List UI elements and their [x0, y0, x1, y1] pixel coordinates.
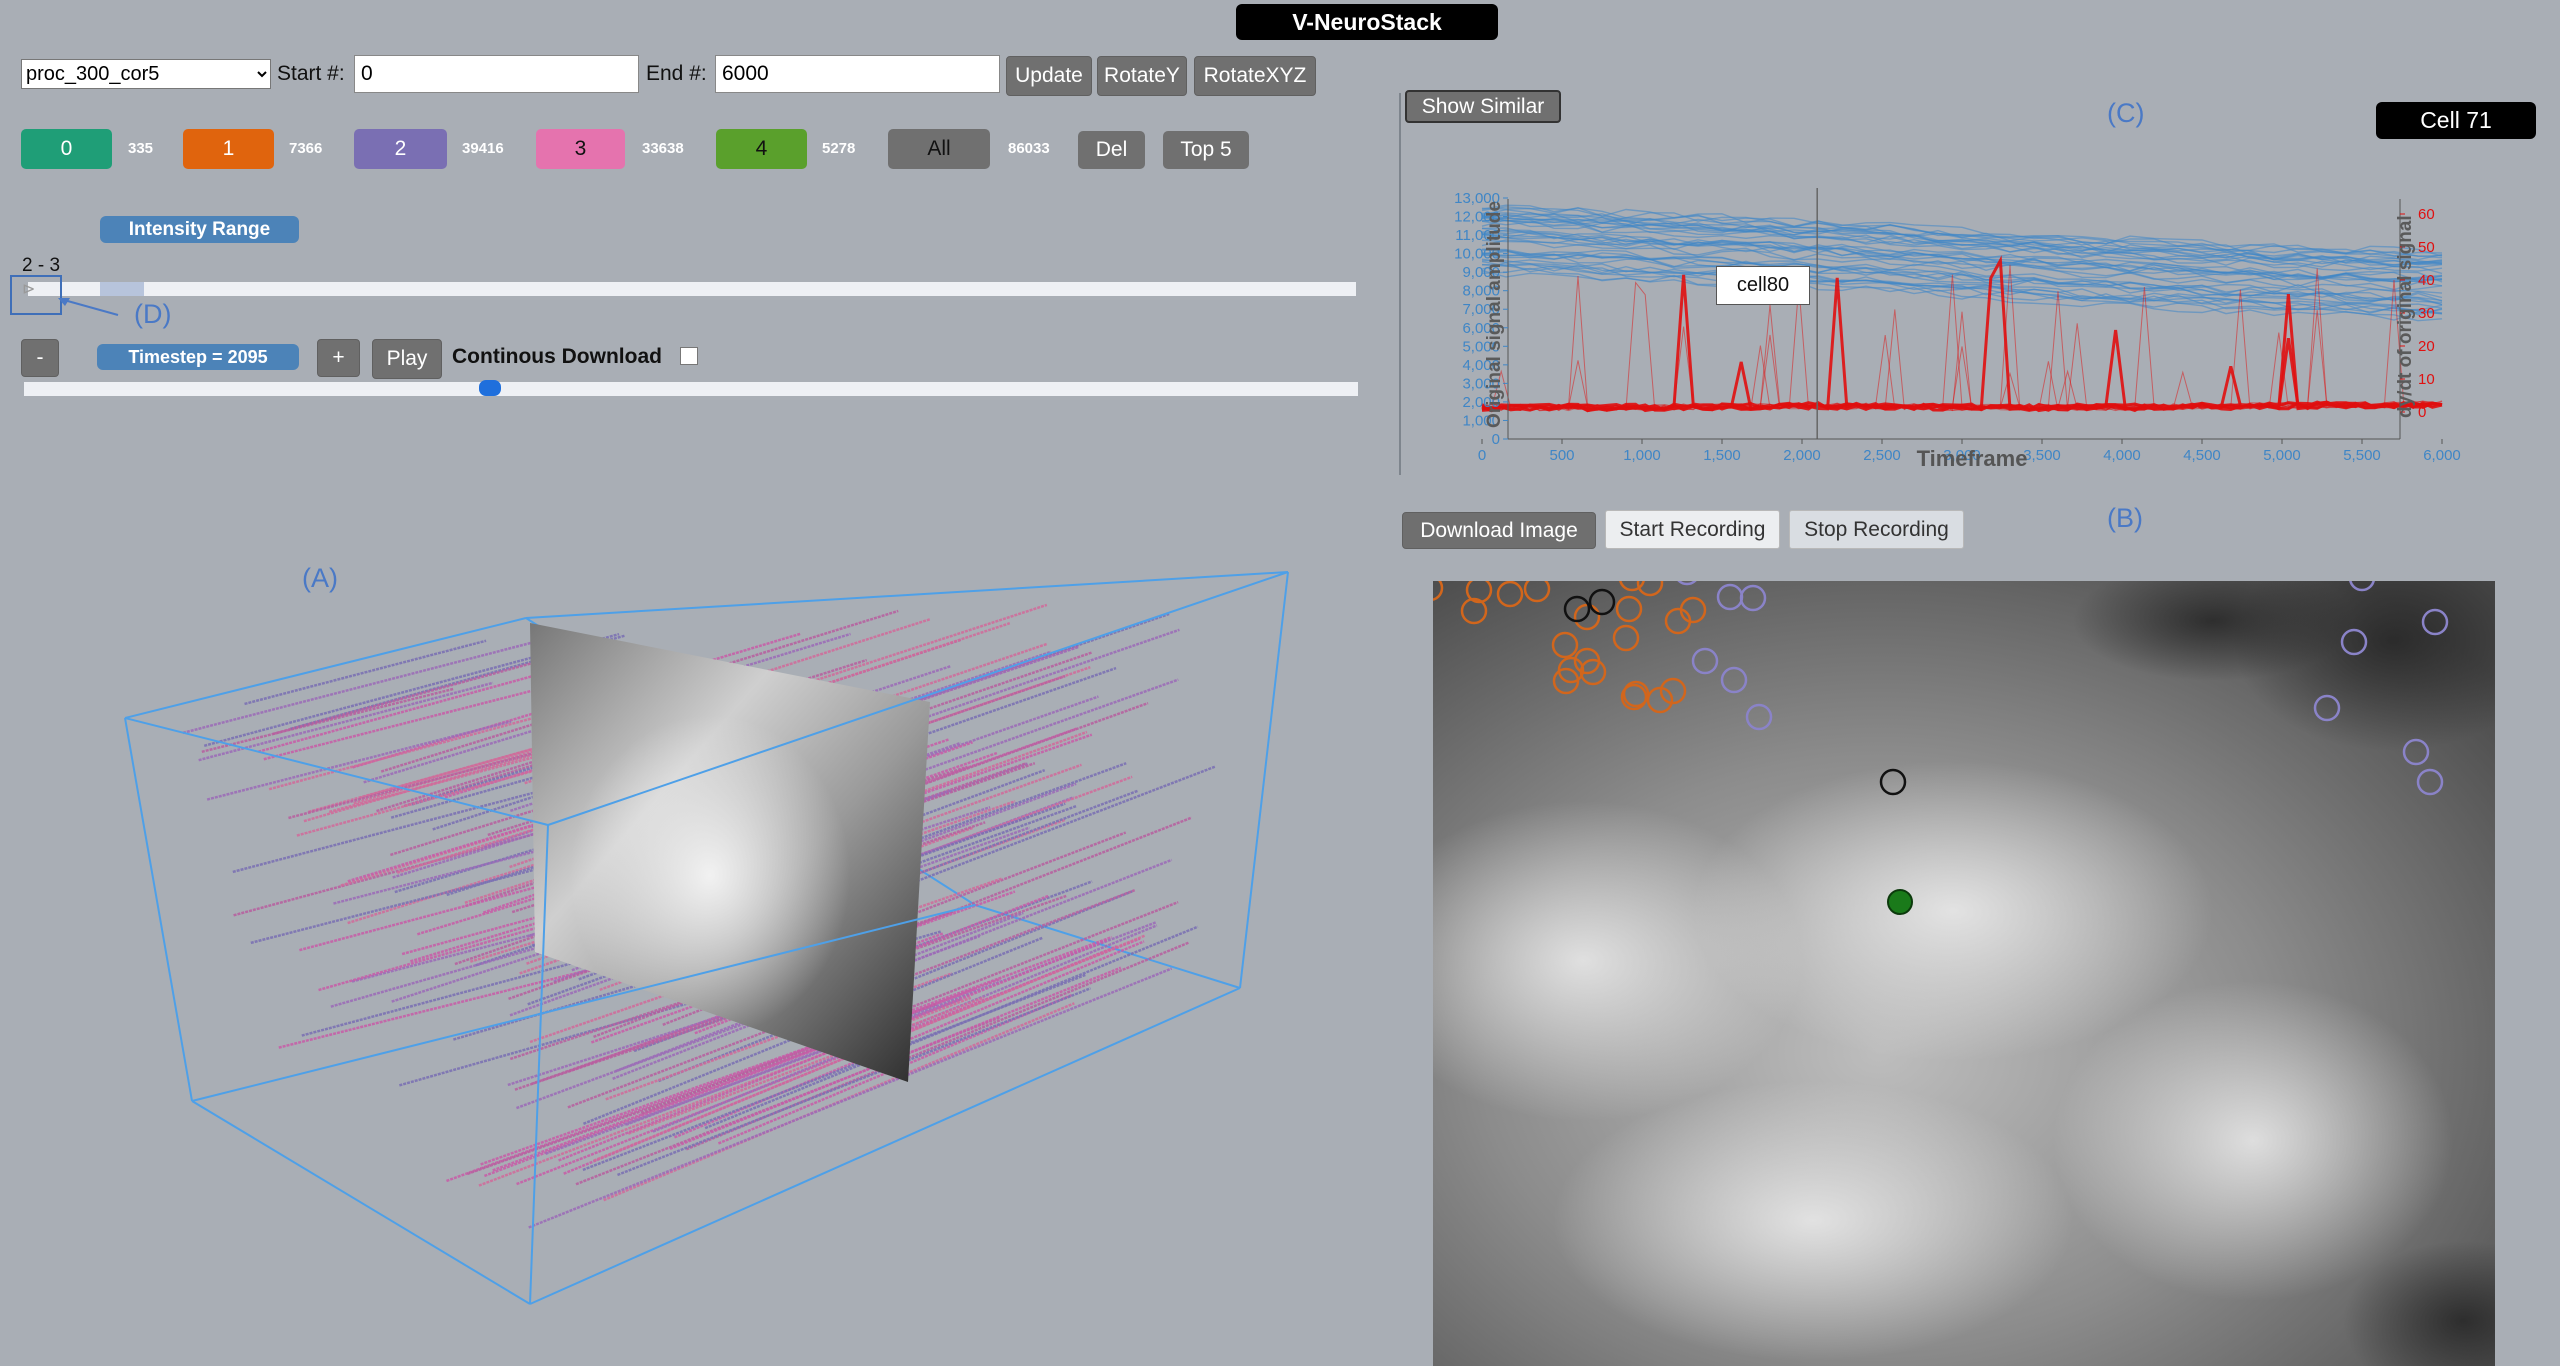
x-tick-label: 2,500: [1863, 447, 1901, 464]
x-tick-label: 1,500: [1703, 447, 1741, 464]
cluster-2-count: 39416: [462, 140, 504, 157]
x-tick-label: 3,500: [2023, 447, 2061, 464]
x-tick-label: 4,500: [2183, 447, 2221, 464]
selected-cell-marker: [1887, 889, 1913, 915]
y-right-tick-label: 20: [2418, 338, 2435, 355]
volume-edge: [191, 1100, 531, 1305]
annotation-b: (B): [2107, 503, 2143, 533]
show-similar-button[interactable]: Show Similar: [1405, 90, 1561, 123]
y-right-tick-label: 0: [2418, 404, 2426, 421]
timestep-slider-thumb[interactable]: [478, 380, 501, 396]
cluster-4-count: 5278: [822, 140, 856, 157]
continuous-download-checkbox[interactable]: [680, 347, 698, 365]
delete-button[interactable]: Del: [1078, 131, 1145, 169]
stop-recording-button[interactable]: Stop Recording: [1789, 510, 1964, 549]
x-tick-label: 1,000: [1623, 447, 1661, 464]
dataset-select[interactable]: proc_300_cor5: [21, 59, 271, 89]
rotatey-button[interactable]: RotateY: [1097, 56, 1187, 96]
intensity-handle-highlight[interactable]: [10, 275, 62, 315]
cluster-1-button[interactable]: 1: [183, 129, 274, 169]
play-button[interactable]: Play: [372, 339, 442, 379]
y-right-tick-label: 40: [2418, 272, 2435, 289]
volume-edge: [124, 717, 193, 1102]
y-right-tick-label: 50: [2418, 239, 2435, 256]
cell-trajectory: [268, 705, 576, 791]
x-tick-label: 500: [1549, 447, 1574, 464]
y-tick-label: 0: [1492, 431, 1500, 448]
rotatexyz-button[interactable]: RotateXYZ: [1194, 56, 1316, 96]
start-label: Start #:: [277, 62, 345, 85]
cluster-4-button[interactable]: 4: [716, 129, 807, 169]
signal-chart[interactable]: 01,0002,0003,0004,0005,0006,0007,0008,00…: [1400, 180, 2480, 480]
intensity-range-value: 2 - 3: [22, 255, 61, 276]
cluster-2-button[interactable]: 2: [354, 129, 447, 169]
y-right-tick-label: 10: [2418, 371, 2435, 388]
cluster-0-count: 335: [128, 140, 154, 157]
chart-ylabel-left: Original signal amplitude: [1484, 201, 1505, 428]
start-input[interactable]: [354, 55, 639, 93]
end-label: End #:: [646, 62, 707, 85]
cluster-3-button[interactable]: 3: [536, 129, 625, 169]
continuous-download-label: Continous Download: [452, 345, 662, 368]
download-image-button[interactable]: Download Image: [1402, 512, 1596, 549]
x-tick-label: 4,000: [2103, 447, 2141, 464]
annotation-c: (C): [2107, 98, 2145, 128]
x-tick-label: 2,000: [1783, 447, 1821, 464]
cluster-all-button[interactable]: All: [888, 129, 990, 169]
annotation-d: (D): [134, 299, 172, 329]
intensity-handle-icon[interactable]: ⊳: [22, 279, 35, 299]
app-title: V-NeuroStack: [1236, 4, 1498, 40]
image-slice: [530, 623, 930, 1082]
volume-edge: [124, 617, 527, 719]
x-tick-label: 5,000: [2263, 447, 2301, 464]
volume-edge: [1239, 571, 1289, 989]
timestep-minus-button[interactable]: -: [21, 339, 59, 377]
chart-ylabel-right: dy/dt of original signal: [2395, 215, 2416, 418]
y-right-tick-label: 30: [2418, 305, 2435, 322]
volume-3d-view[interactable]: [0, 400, 1380, 1366]
end-input[interactable]: [715, 55, 1000, 93]
arrow-icon: [58, 298, 119, 316]
x-tick-label: 6,000: [2423, 447, 2461, 464]
update-button[interactable]: Update: [1006, 56, 1092, 96]
timestep-label: Timestep = 2095: [97, 344, 299, 370]
cluster-1-count: 7366: [289, 140, 323, 157]
intensity-slider-range[interactable]: [100, 282, 144, 296]
cell-image-view[interactable]: [1433, 581, 2495, 1366]
cell-trajectory: [272, 650, 576, 736]
x-tick-label: 0: [1478, 447, 1486, 464]
y-right-tick-label: 60: [2418, 206, 2435, 223]
cell-trajectory: [182, 639, 539, 735]
intensity-slider[interactable]: [28, 282, 1356, 296]
x-tick-label: 5,500: [2343, 447, 2381, 464]
chart-xlabel: Timeframe: [1917, 446, 2028, 471]
cluster-3-count: 33638: [642, 140, 684, 157]
dydt-trace: [1481, 255, 2443, 413]
cluster-0-button[interactable]: 0: [21, 129, 112, 169]
intensity-range-label: Intensity Range: [100, 216, 299, 243]
top5-button[interactable]: Top 5: [1163, 131, 1249, 169]
cell-trajectory: [244, 639, 487, 706]
start-recording-button[interactable]: Start Recording: [1605, 510, 1780, 549]
chart-tooltip: cell80: [1716, 266, 1810, 305]
timestep-plus-button[interactable]: +: [317, 339, 360, 377]
cell-badge: Cell 71: [2376, 102, 2536, 139]
timestep-slider[interactable]: [24, 382, 1358, 396]
cluster-all-count: 86033: [1008, 140, 1050, 157]
